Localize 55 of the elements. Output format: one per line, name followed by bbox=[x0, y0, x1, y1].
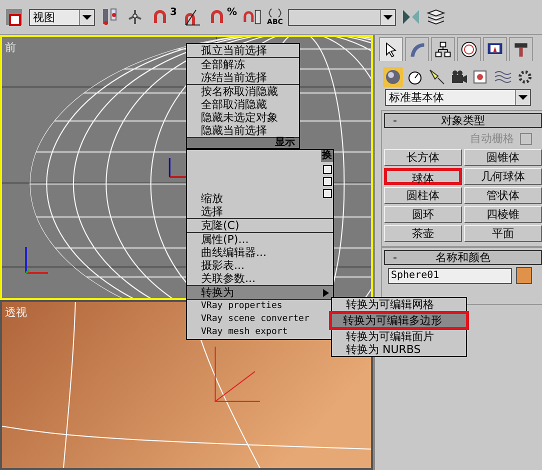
named-selection-dropdown[interactable] bbox=[288, 8, 396, 26]
hammer-tab-icon[interactable] bbox=[509, 37, 533, 61]
cursor-tab-icon[interactable] bbox=[379, 37, 403, 61]
object-type-button[interactable]: 球体 bbox=[384, 168, 462, 185]
view-dropdown[interactable]: 视图 bbox=[29, 8, 95, 26]
rollout-header[interactable]: - 名称和颜色 bbox=[384, 250, 542, 265]
light-icon[interactable] bbox=[427, 67, 447, 87]
menu-item[interactable]: 隐藏当前选择 bbox=[187, 124, 299, 137]
menu-item[interactable]: 转换为 bbox=[187, 285, 333, 299]
braces-icon bbox=[267, 8, 283, 18]
object-type-button[interactable]: 平面 bbox=[464, 225, 542, 242]
quad-title: 换 bbox=[321, 150, 333, 162]
object-type-button[interactable]: 四棱锥 bbox=[464, 206, 542, 223]
menu-item[interactable]: 曲线编辑器... bbox=[187, 246, 333, 259]
menu-item[interactable]: 克隆(C) bbox=[187, 218, 333, 232]
object-type-button[interactable]: 茶壶 bbox=[384, 225, 462, 242]
object-name-field[interactable]: Sphere01 bbox=[388, 268, 512, 284]
motion-tab-icon[interactable] bbox=[457, 37, 481, 61]
category-dropdown[interactable]: 标准基本体 bbox=[385, 89, 531, 106]
auto-grid-label: 自动栅格 bbox=[470, 131, 514, 146]
menu-item[interactable]: 关联参数... bbox=[187, 272, 333, 285]
menu-item[interactable]: 隐藏未选定对象 bbox=[187, 111, 299, 124]
menu-item[interactable]: 缩放 bbox=[187, 192, 333, 205]
object-type-button[interactable]: 圆柱体 bbox=[384, 187, 462, 204]
display-tab-icon[interactable] bbox=[483, 37, 507, 61]
menu-item[interactable]: 选择 bbox=[187, 205, 333, 218]
viewport-label[interactable]: 透视 bbox=[5, 305, 27, 320]
color-swatch[interactable] bbox=[516, 267, 532, 284]
rollout-header[interactable]: - 对象类型 bbox=[384, 113, 542, 128]
menu-item[interactable]: 属性(P)... bbox=[187, 232, 333, 246]
checkbox-icon bbox=[322, 189, 332, 198]
sphere-icon[interactable] bbox=[383, 67, 403, 87]
menu-item[interactable]: 孤立当前选择 bbox=[187, 44, 299, 57]
percent-snap-label: % bbox=[226, 7, 237, 18]
menu-item[interactable]: 按名称取消隐藏 bbox=[187, 84, 299, 98]
menu-item[interactable]: 全部解冻 bbox=[187, 57, 299, 71]
viewport-label[interactable]: 前 bbox=[5, 40, 16, 55]
menu-item[interactable]: 冻结当前选择 bbox=[187, 71, 299, 84]
checkbox-icon bbox=[322, 177, 332, 186]
menu-item[interactable]: 全部取消隐藏 bbox=[187, 98, 299, 111]
object-type-button[interactable]: 圆锥体 bbox=[464, 149, 542, 166]
submenu-item[interactable]: 转换为可编辑多边形 bbox=[329, 311, 469, 330]
object-type-button[interactable]: 几何球体 bbox=[464, 168, 542, 185]
menu-item[interactable]: 摄影表... bbox=[187, 259, 333, 272]
quad-title: 显示 bbox=[187, 137, 299, 148]
hierarchy-tab-icon[interactable] bbox=[431, 37, 455, 61]
spinner-snap-icon[interactable] bbox=[242, 7, 262, 27]
mirror-icon[interactable] bbox=[401, 7, 421, 27]
layers-icon[interactable] bbox=[426, 7, 446, 27]
checkbox-icon bbox=[322, 165, 332, 174]
object-type-button[interactable]: 管状体 bbox=[464, 187, 542, 204]
snap-mode-label: 3 bbox=[170, 7, 177, 18]
viewport-icon[interactable] bbox=[4, 7, 24, 27]
object-type-button[interactable]: 长方体 bbox=[384, 149, 462, 166]
object-type-button[interactable]: 圆环 bbox=[384, 206, 462, 223]
